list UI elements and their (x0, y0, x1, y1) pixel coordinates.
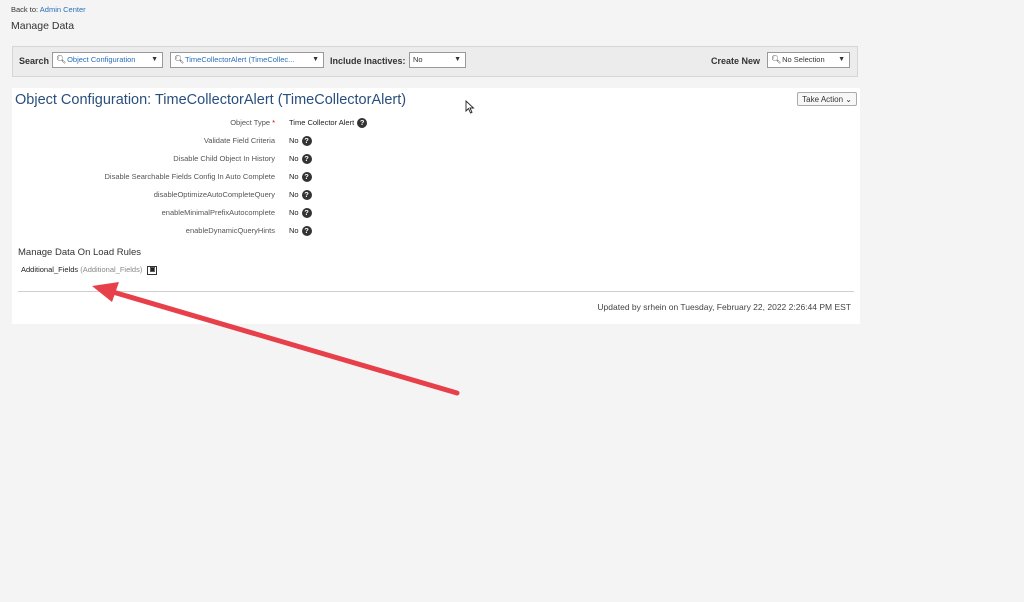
field-row: Validate Field Criteria No? (12, 134, 860, 148)
help-icon[interactable]: ? (357, 118, 368, 129)
admin-center-link[interactable]: Admin Center (40, 5, 86, 14)
create-new-select[interactable]: 🔍︎ No Selection ▼ (767, 52, 850, 68)
search-label: Search (19, 56, 50, 66)
field-label: Object Type * (230, 118, 275, 127)
create-new-value: No Selection (782, 55, 825, 64)
updated-info: Updated by srhein on Tuesday, February 2… (597, 302, 851, 312)
search-icon: 🔍︎ (174, 55, 185, 64)
rules-section-title: Manage Data On Load Rules (18, 247, 142, 258)
object-config-panel: Object Configuration: TimeCollectorAlert… (12, 88, 860, 324)
search-icon: 🔍︎ (56, 55, 67, 64)
object-instance-select[interactable]: 🔍︎ TimeCollectorAlert (TimeCollec... ▼ (170, 52, 324, 68)
field-row: enableMinimalPrefixAutocomplete No? (12, 206, 860, 220)
help-icon[interactable]: ? (301, 172, 312, 183)
required-marker: * (272, 118, 275, 127)
field-row: Object Type * Time Collector Alert? (12, 116, 860, 130)
field-row: Disable Searchable Fields Config In Auto… (12, 170, 860, 184)
field-value: No? (289, 190, 312, 201)
take-action-label: Take Action (802, 95, 844, 104)
field-value: No? (289, 226, 312, 237)
field-label: Validate Field Criteria (203, 136, 275, 145)
field-value: No? (289, 154, 312, 165)
field-label: disableOptimizeAutoCompleteQuery (153, 190, 275, 199)
object-type-select[interactable]: 🔍︎ Object Configuration ▼ (52, 52, 163, 68)
caret-down-icon: ▼ (454, 56, 461, 63)
help-icon[interactable]: ? (301, 208, 312, 219)
search-bar: Search 🔍︎ Object Configuration ▼ 🔍︎ Time… (12, 46, 858, 77)
caret-down-icon: ▼ (312, 56, 319, 63)
include-inactives-value: No (413, 55, 423, 64)
rule-code: (Additional_Fields) (80, 265, 143, 274)
back-prefix: Back to: (11, 5, 39, 14)
back-link-row: Back to: Admin Center (11, 5, 86, 14)
include-inactives-select[interactable]: No ▼ (409, 52, 466, 68)
field-value: No? (289, 136, 312, 147)
field-row: Disable Child Object In History No? (12, 152, 860, 166)
help-icon[interactable]: ? (301, 136, 312, 147)
field-value: Time Collector Alert? (289, 118, 368, 129)
object-title: Object Configuration: TimeCollectorAlert… (15, 92, 407, 108)
create-new-label: Create New (711, 56, 761, 66)
take-action-button[interactable]: Take Action ⌄ (797, 92, 857, 106)
divider (18, 291, 854, 292)
include-inactives-label: Include Inactives: (330, 56, 406, 66)
help-icon[interactable]: ? (301, 190, 312, 201)
caret-down-icon: ▼ (151, 56, 158, 63)
field-label: enableDynamicQueryHints (185, 226, 275, 235)
rule-details-icon[interactable]: ▣ (147, 265, 158, 275)
help-icon[interactable]: ? (301, 154, 312, 165)
field-row: disableOptimizeAutoCompleteQuery No? (12, 188, 860, 202)
field-value: No? (289, 208, 312, 219)
object-instance-select-value: TimeCollectorAlert (TimeCollec... (184, 55, 295, 64)
field-value: No? (289, 172, 312, 183)
caret-down-icon: ▼ (838, 56, 845, 63)
rule-item: Additional_Fields (Additional_Fields) ▣ (21, 265, 158, 275)
rule-name[interactable]: Additional_Fields (21, 265, 78, 274)
field-label: Disable Child Object In History (173, 154, 275, 163)
field-row: enableDynamicQueryHints No? (12, 224, 860, 238)
help-icon[interactable]: ? (301, 226, 312, 237)
field-label: Disable Searchable Fields Config In Auto… (104, 172, 275, 181)
mouse-cursor-icon (465, 100, 475, 114)
field-label: enableMinimalPrefixAutocomplete (161, 208, 275, 217)
object-type-select-value: Object Configuration (67, 55, 136, 64)
search-icon: 🔍︎ (771, 55, 782, 64)
page-title: Manage Data (11, 20, 75, 32)
chevron-down-icon: ⌄ (845, 95, 852, 104)
